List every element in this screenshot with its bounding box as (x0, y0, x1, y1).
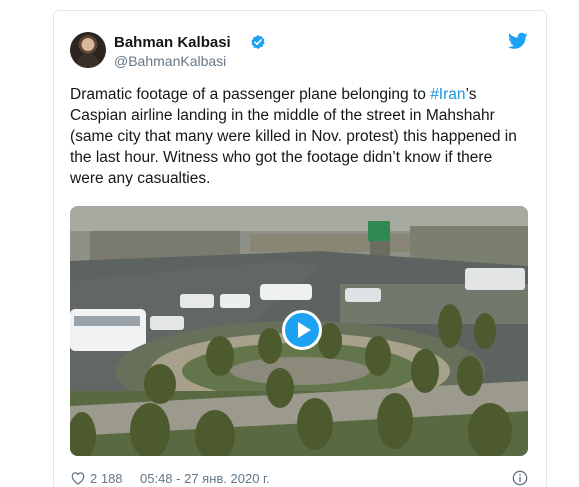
heart-icon[interactable] (70, 471, 86, 485)
hashtag-link[interactable]: #Iran (430, 86, 465, 103)
timestamp-link[interactable]: 05:48 - 27 янв. 2020 г. (140, 471, 270, 486)
author-handle[interactable]: @BahmanKalbasi (114, 53, 226, 69)
tweet-text: Dramatic footage of a passenger plane be… (70, 84, 520, 189)
info-icon[interactable] (512, 470, 528, 486)
twitter-bird-icon[interactable] (508, 32, 528, 50)
tweet-footer: 2 188 05:48 - 27 янв. 2020 г. (70, 469, 530, 487)
avatar[interactable] (70, 32, 106, 68)
tweet-card: Bahman Kalbasi @BahmanKalbasi Dramatic f… (53, 10, 547, 487)
play-icon[interactable] (282, 310, 322, 350)
video-player[interactable] (70, 206, 528, 456)
tweet-text-start: Dramatic footage of a passenger plane be… (70, 86, 431, 103)
like-count[interactable]: 2 188 (90, 471, 123, 486)
verified-badge-icon (251, 35, 265, 49)
author-name[interactable]: Bahman Kalbasi (114, 34, 231, 51)
